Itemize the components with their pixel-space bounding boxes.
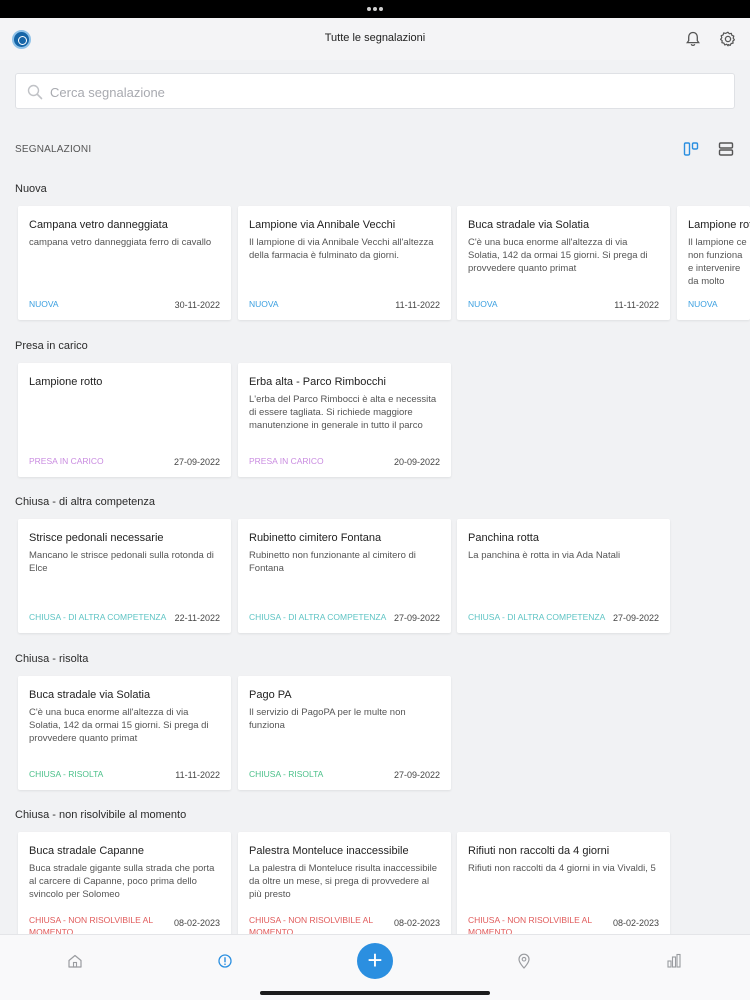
card-date: 08-02-2023 [612, 918, 659, 928]
status-bar [0, 0, 750, 18]
status-badge: NUOVA [249, 299, 279, 309]
card-date: 27-09-2022 [393, 613, 440, 623]
card-description: Il servizio di PagoPA per le multe non f… [249, 707, 406, 731]
group-title-chiusa-non-risolvibile: Chiusa - non risolvibile al momento [15, 809, 187, 821]
report-card[interactable]: Buca stradale via Solatia C'è una buca e… [457, 206, 670, 320]
status-badge: CHIUSA - RISOLTA [249, 769, 324, 779]
card-title: Rifiuti non raccolti da 4 giorni [468, 845, 610, 857]
card-title: Pago PA [249, 689, 292, 701]
cards-row-chiusa-risolta: Buca stradale via Solatia C'è una buca e… [18, 676, 750, 792]
card-title: Campana vetro danneggiata [29, 219, 168, 231]
card-description: Rubinetto non funzionante al cimitero di… [249, 550, 416, 574]
add-report-button[interactable]: + [357, 943, 393, 979]
card-date: 27-09-2022 [612, 613, 659, 623]
report-card[interactable]: Palestra Monteluce inaccessibile La pale… [238, 832, 451, 936]
home-icon[interactable] [66, 952, 84, 970]
gear-icon[interactable] [718, 29, 738, 49]
card-title: Erba alta - Parco Rimbocchi [249, 376, 386, 388]
card-date: 20-09-2022 [393, 457, 440, 467]
status-badge: CHIUSA - DI ALTRA COMPETENZA [468, 612, 606, 622]
card-title: Palestra Monteluce inaccessibile [249, 845, 409, 857]
bell-icon[interactable] [683, 29, 703, 49]
card-title: Lampione rotto [688, 219, 750, 231]
card-description: Il lampione ce non funziona e intervenir… [688, 237, 747, 287]
status-badge: NUOVA [29, 299, 59, 309]
card-description: Buca stradale gigante sulla strada che p… [29, 863, 215, 900]
report-card[interactable]: Lampione via Annibale Vecchi Il lampione… [238, 206, 451, 320]
card-date: 27-09-2022 [173, 457, 220, 467]
report-card[interactable]: Erba alta - Parco Rimbocchi L'erba del P… [238, 363, 451, 477]
status-badge: NUOVA [688, 299, 718, 309]
card-date: 11-11-2022 [614, 300, 659, 310]
multitasking-dots-icon[interactable] [367, 7, 383, 11]
card-description: Rifiuti non raccolti da 4 giorni in via … [468, 863, 656, 874]
kanban-view-icon[interactable] [682, 140, 700, 158]
search-input[interactable] [50, 82, 710, 102]
report-card[interactable]: Panchina rotta La panchina è rotta in vi… [457, 519, 670, 633]
card-title: Buca stradale via Solatia [29, 689, 151, 701]
group-title-nuova: Nuova [15, 183, 47, 195]
card-description: Il lampione di via Annibale Vecchi all'a… [249, 237, 434, 261]
card-date: 11-11-2022 [395, 300, 440, 310]
card-title: Lampione via Annibale Vecchi [249, 219, 396, 231]
status-badge: CHIUSA - DI ALTRA COMPETENZA [249, 612, 387, 622]
card-description: La panchina è rotta in via Ada Natali [468, 550, 621, 561]
group-title-chiusa-risolta: Chiusa - risolta [15, 653, 89, 665]
cards-row-presa-in-carico: Lampione rotto PRESA IN CARICO 27-09-202… [18, 363, 750, 479]
card-title: Buca stradale via Solatia [468, 219, 590, 231]
card-date: 22-11-2022 [174, 613, 220, 623]
card-title: Lampione rotto [29, 376, 103, 388]
status-badge: NUOVA [468, 299, 498, 309]
card-title: Panchina rotta [468, 532, 539, 544]
map-pin-icon[interactable] [515, 952, 533, 970]
card-date: 08-02-2023 [173, 918, 220, 928]
card-description [29, 393, 221, 445]
home-indicator[interactable] [260, 991, 490, 995]
card-title: Strisce pedonali necessarie [29, 532, 164, 544]
status-badge: CHIUSA - RISOLTA [29, 769, 104, 779]
status-badge: PRESA IN CARICO [249, 456, 324, 466]
card-date: 30-11-2022 [174, 300, 220, 310]
bottom-navigation: + [0, 934, 750, 1000]
card-date: 27-09-2022 [393, 770, 440, 780]
section-label: SEGNALAZIONI [15, 144, 92, 155]
cards-row-chiusa-altra-competenza: Strisce pedonali necessarie Mancano le s… [18, 519, 750, 635]
report-card[interactable]: Buca stradale Capanne Buca stradale giga… [18, 832, 231, 936]
card-description: La palestra di Monteluce risulta inacces… [249, 863, 437, 900]
card-description: Mancano le strisce pedonali sulla rotond… [29, 550, 214, 574]
reports-icon[interactable] [216, 952, 234, 970]
card-title: Rubinetto cimitero Fontana [249, 532, 382, 544]
search-bar [15, 73, 735, 109]
card-date: 08-02-2023 [393, 918, 440, 928]
report-card[interactable]: Pago PA Il servizio di PagoPA per le mul… [238, 676, 451, 790]
cards-row-nuova: Campana vetro danneggiata campana vetro … [18, 206, 750, 322]
list-view-icon[interactable] [717, 140, 735, 158]
card-description: C'è una buca enorme all'altezza di via S… [468, 237, 648, 274]
card-description: C'è una buca enorme all'altezza di via S… [29, 707, 209, 744]
card-title: Buca stradale Capanne [29, 845, 144, 857]
report-card[interactable]: Rubinetto cimitero Fontana Rubinetto non… [238, 519, 451, 633]
report-card[interactable]: Buca stradale via Solatia C'è una buca e… [18, 676, 231, 790]
report-card[interactable]: Lampione rotto PRESA IN CARICO 27-09-202… [18, 363, 231, 477]
status-badge: PRESA IN CARICO [29, 456, 104, 466]
card-date: 11-11-2022 [175, 770, 220, 780]
card-description: L'erba del Parco Rimbocci è alta e neces… [249, 394, 437, 431]
report-card[interactable]: Rifiuti non raccolti da 4 giorni Rifiuti… [457, 832, 670, 936]
search-icon [26, 83, 44, 101]
report-card[interactable]: Campana vetro danneggiata campana vetro … [18, 206, 231, 320]
app-header: Tutte le segnalazioni [0, 18, 750, 60]
group-title-presa-in-carico: Presa in carico [15, 340, 88, 352]
page-title: Tutte le segnalazioni [324, 32, 426, 44]
status-badge: CHIUSA - NON RISOLVIBILE AL MOMENTO [468, 915, 592, 936]
group-title-chiusa-altra-competenza: Chiusa - di altra competenza [15, 496, 156, 508]
report-card[interactable]: Strisce pedonali necessarie Mancano le s… [18, 519, 231, 633]
status-badge: CHIUSA - NON RISOLVIBILE AL MOMENTO [29, 915, 153, 936]
status-badge: CHIUSA - DI ALTRA COMPETENZA [29, 612, 167, 622]
report-card[interactable]: Lampione rotto Il lampione ce non funzio… [677, 206, 750, 320]
status-badge: CHIUSA - NON RISOLVIBILE AL MOMENTO [249, 915, 373, 936]
cards-row-chiusa-non-risolvibile: Buca stradale Capanne Buca stradale giga… [18, 832, 750, 948]
card-description: campana vetro danneggiata ferro di caval… [29, 237, 212, 248]
stats-icon[interactable] [665, 952, 683, 970]
